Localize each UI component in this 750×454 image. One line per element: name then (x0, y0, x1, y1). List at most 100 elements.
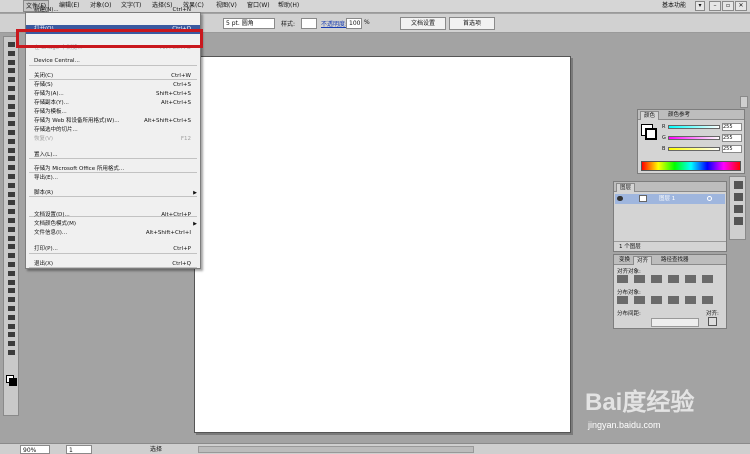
opacity-link[interactable]: 不透明度: (321, 19, 347, 28)
distribute-icon[interactable] (617, 296, 628, 304)
file-menu-item[interactable]: 存储选中的切片... (26, 126, 200, 135)
tool-icon[interactable] (6, 155, 17, 162)
tool-icon[interactable] (6, 226, 17, 233)
tool-icon[interactable] (6, 208, 17, 215)
tool-icon[interactable] (6, 173, 17, 180)
document-setup-button[interactable]: 文档设置 (400, 17, 446, 30)
file-menu-item[interactable]: 脚本(R) ▶ (26, 189, 200, 198)
tool-icon[interactable] (6, 305, 17, 312)
file-menu-item[interactable]: 存储为 Microsoft Office 所用格式... (26, 165, 200, 174)
spacing-input[interactable] (651, 318, 699, 327)
tool-icon[interactable] (6, 138, 17, 145)
artboard[interactable] (194, 56, 571, 433)
tool-icon[interactable] (6, 111, 17, 118)
menu-window[interactable]: 窗口(W) (245, 0, 272, 12)
file-menu-item[interactable]: 置入(L)... (26, 151, 200, 160)
stroke-profile-dropdown[interactable]: 5 pt. 圆角 (223, 18, 275, 29)
tab-color-guide[interactable]: 颜色参考 (665, 111, 693, 120)
tool-icon[interactable] (6, 41, 17, 48)
tool-icon[interactable] (6, 191, 17, 198)
channel-b-slider[interactable] (668, 147, 720, 151)
preferences-button[interactable]: 首选项 (449, 17, 495, 30)
tab-transform[interactable]: 变换 (616, 256, 633, 265)
tool-icon[interactable] (6, 296, 17, 303)
distribute-icon[interactable] (685, 296, 696, 304)
tool-icon[interactable] (6, 217, 17, 224)
symbols-icon[interactable] (734, 217, 743, 225)
file-menu-item[interactable]: 文档设置(D)... Alt+Ctrl+P (26, 211, 200, 220)
color-guide-icon[interactable] (734, 181, 743, 189)
target-icon[interactable] (707, 196, 712, 201)
restore-icon[interactable]: ▫ (722, 1, 734, 11)
tool-icon[interactable] (6, 331, 17, 338)
status-scroll-track[interactable] (198, 446, 474, 453)
align-icon[interactable] (634, 275, 645, 283)
close-icon[interactable]: ✕ (735, 1, 747, 11)
channel-r-input[interactable]: 255 (722, 123, 742, 131)
zoom-dropdown[interactable]: 90% (20, 445, 50, 454)
fill-stroke-swatch[interactable] (6, 375, 17, 386)
eye-icon[interactable] (617, 196, 623, 201)
opacity-input[interactable]: 100 (346, 18, 362, 29)
swatches-icon[interactable] (734, 193, 743, 201)
tool-icon[interactable] (6, 120, 17, 127)
align-to-dropdown[interactable] (708, 317, 717, 326)
file-menu-item[interactable]: 存储为模板... (26, 108, 200, 117)
layer-row[interactable]: 图层 1 (615, 194, 725, 204)
workspace-switcher[interactable]: 基本功能 (662, 0, 686, 12)
file-menu-item[interactable]: 打印(P)... Ctrl+P (26, 245, 200, 254)
align-icon[interactable] (685, 275, 696, 283)
brushes-icon[interactable] (734, 205, 743, 213)
file-menu-item[interactable]: 导出(E)... (26, 174, 200, 183)
tab-layers[interactable]: 图层 (616, 183, 636, 192)
channel-g-input[interactable]: 255 (722, 134, 742, 142)
style-dropdown[interactable] (301, 18, 317, 29)
tab-color[interactable]: 颜色 (640, 111, 660, 120)
tool-icon[interactable] (6, 103, 17, 110)
tool-icon[interactable] (6, 199, 17, 206)
file-menu-item[interactable]: 存储为 Web 和设备所用格式(W)... Alt+Shift+Ctrl+S (26, 117, 200, 126)
artboard-navigator[interactable]: 1 (66, 445, 92, 454)
tool-icon[interactable] (6, 147, 17, 154)
spectrum-bar[interactable] (641, 161, 741, 171)
align-icon[interactable] (617, 275, 628, 283)
tab-align[interactable]: 对齐 (633, 256, 653, 265)
channel-b-input[interactable]: 255 (722, 145, 742, 153)
tool-icon[interactable] (6, 323, 17, 330)
channel-g-slider[interactable] (668, 136, 720, 140)
stroke-swatch[interactable] (645, 128, 657, 140)
menu-help[interactable]: 帮助(H) (276, 0, 301, 12)
tool-icon[interactable] (6, 50, 17, 57)
tool-icon[interactable] (6, 252, 17, 259)
tool-icon[interactable] (6, 270, 17, 277)
tool-icon[interactable] (6, 314, 17, 321)
tool-icon[interactable] (6, 182, 17, 189)
tool-icon[interactable] (6, 349, 17, 356)
tool-icon[interactable] (6, 76, 17, 83)
minimize-icon[interactable]: – (709, 1, 721, 11)
distribute-icon[interactable] (702, 296, 713, 304)
tool-icon[interactable] (6, 164, 17, 171)
tool-icon[interactable] (6, 59, 17, 66)
channel-r-slider[interactable] (668, 125, 720, 129)
tool-icon[interactable] (6, 340, 17, 347)
tool-icon[interactable] (6, 235, 17, 242)
collapse-dock-button[interactable] (740, 96, 748, 108)
tab-pathfinder[interactable]: 路径查找器 (658, 256, 692, 265)
file-menu-item[interactable]: 存储(S) Ctrl+S (26, 81, 200, 90)
distribute-icon[interactable] (651, 296, 662, 304)
file-menu-item[interactable]: Device Central... (26, 57, 200, 66)
menu-view[interactable]: 视图(V) (214, 0, 239, 12)
tool-icon[interactable] (6, 261, 17, 268)
tool-icon[interactable] (6, 67, 17, 74)
tool-icon[interactable] (6, 287, 17, 294)
file-menu-item[interactable]: 存储为(A)... Shift+Ctrl+S (26, 90, 200, 99)
tool-icon[interactable] (6, 129, 17, 136)
tool-icon[interactable] (6, 279, 17, 286)
tool-icon[interactable] (6, 94, 17, 101)
file-menu-item[interactable]: 关闭(C) Ctrl+W (26, 72, 200, 81)
file-menu-item[interactable]: 退出(X) Ctrl+Q (26, 260, 200, 269)
distribute-icon[interactable] (668, 296, 679, 304)
file-menu-item[interactable]: 新建(N)... Ctrl+N (26, 6, 200, 15)
file-menu-item[interactable]: 文档颜色模式(M) ▶ (26, 220, 200, 229)
